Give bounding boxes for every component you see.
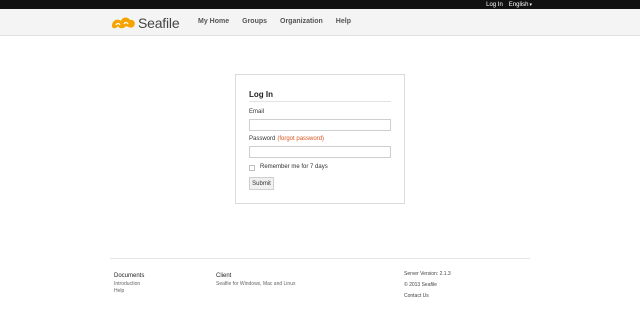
forgot-password-link[interactable]: (forgot password) <box>277 136 324 142</box>
server-version: Server Version: 2.1.3 <box>404 271 451 277</box>
submit-button[interactable]: Submit <box>249 177 274 190</box>
header: Seafile My Home Groups Organization Help <box>0 9 640 36</box>
title-divider <box>249 101 391 102</box>
language-selector[interactable]: English▾ <box>509 2 532 8</box>
remember-checkbox[interactable] <box>249 165 255 171</box>
introduction-link[interactable]: Introduction <box>114 281 144 288</box>
nav-my-home[interactable]: My Home <box>198 18 229 25</box>
language-label: English <box>508 1 529 8</box>
footer-client: Client Seafile for Windows, Mac and Linu… <box>216 271 295 288</box>
copyright: © 2013 Seafile <box>404 282 437 288</box>
logo[interactable]: Seafile <box>110 13 180 33</box>
login-title: Log In <box>249 90 273 99</box>
logo-text: Seafile <box>138 15 180 31</box>
login-panel: Log In Email Password (forgot password) R… <box>235 74 405 204</box>
login-link[interactable]: Log In <box>486 2 503 8</box>
footer-divider <box>110 258 530 259</box>
top-bar-links: Log In English▾ <box>486 0 532 9</box>
contact-us-link[interactable]: Contact Us <box>404 291 451 302</box>
main-nav: My Home Groups Organization Help <box>198 18 351 25</box>
seafile-logo-icon <box>112 17 135 29</box>
footer-documents: Documents Introduction Help <box>114 271 144 295</box>
nav-organization[interactable]: Organization <box>280 18 323 25</box>
nav-groups[interactable]: Groups <box>242 18 267 25</box>
password-field[interactable] <box>249 146 391 158</box>
client-heading: Client <box>216 273 232 279</box>
nav-help[interactable]: Help <box>336 18 351 25</box>
chevron-down-icon: ▾ <box>529 1 532 8</box>
password-label-row: Password (forgot password) <box>249 136 324 142</box>
top-bar: Log In English▾ <box>0 0 640 9</box>
password-label: Password <box>249 136 276 142</box>
email-label: Email <box>249 109 265 115</box>
remember-label: Remember me for 7 days <box>260 164 328 170</box>
email-field[interactable] <box>249 119 391 131</box>
footer-server: Server Version: 2.1.3 © 2013 Seafile Con… <box>404 269 451 302</box>
client-download-link[interactable]: Seafile for Windows, Mac and Linux <box>216 281 295 288</box>
documents-heading: Documents <box>114 273 145 279</box>
help-link[interactable]: Help <box>114 288 144 295</box>
